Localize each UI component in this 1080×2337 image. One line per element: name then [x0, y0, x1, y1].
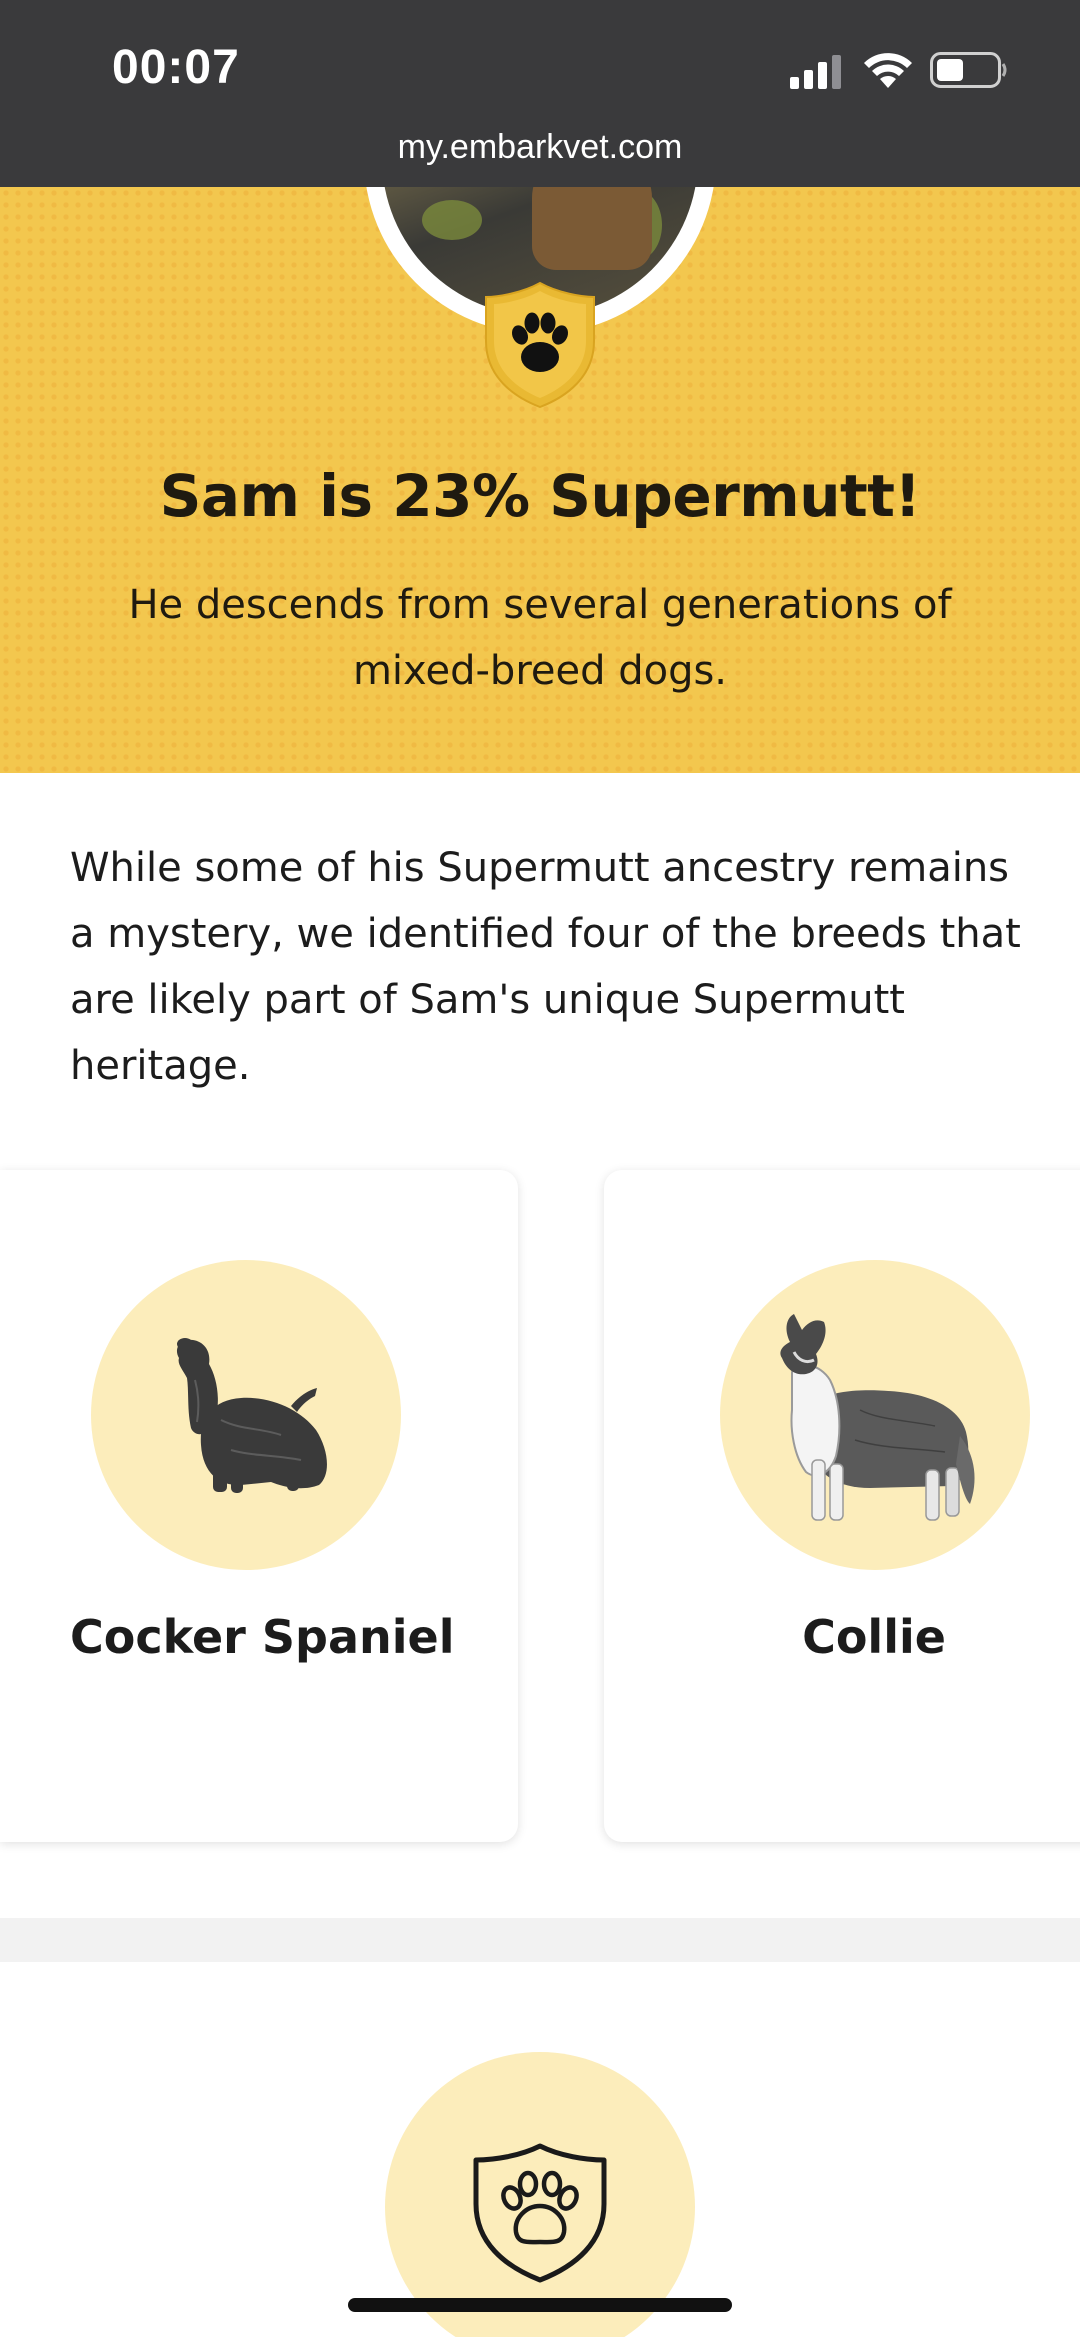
shield-paw-icon	[473, 2143, 607, 2283]
status-time: 00:07	[112, 41, 240, 94]
breed-card-collie[interactable]: Collie	[604, 1170, 1080, 1842]
page-title: Sam is 23% Supermutt!	[159, 462, 921, 530]
wifi-icon	[864, 53, 912, 88]
address-bar-url[interactable]: my.embarkvet.com	[0, 128, 1080, 167]
browser-status-bar: 00:07 my.embarkvet.com	[0, 0, 1080, 187]
home-indicator[interactable]	[348, 2298, 732, 2312]
breed-image-circle	[720, 1260, 1030, 1570]
breed-card-cocker-spaniel[interactable]: Cocker Spaniel	[0, 1170, 518, 1842]
supermutt-description: While some of his Supermutt ancestry rem…	[70, 845, 1021, 1089]
breed-name: Cocker Spaniel	[70, 1610, 455, 1664]
cocker-spaniel-illustration	[176, 1338, 327, 1493]
supermutt-hero: Sam is 23% Supermutt! He descends from s…	[0, 187, 1080, 773]
paw-icon	[485, 281, 595, 409]
battery-icon	[930, 52, 1007, 88]
collie-illustration	[780, 1314, 975, 1521]
hero-subtitle: He descends from several generations of …	[128, 582, 952, 694]
breed-image-circle	[91, 1260, 401, 1570]
section-divider	[0, 1918, 1080, 1962]
signal-icon	[790, 55, 841, 89]
breed-name: Collie	[802, 1610, 946, 1664]
